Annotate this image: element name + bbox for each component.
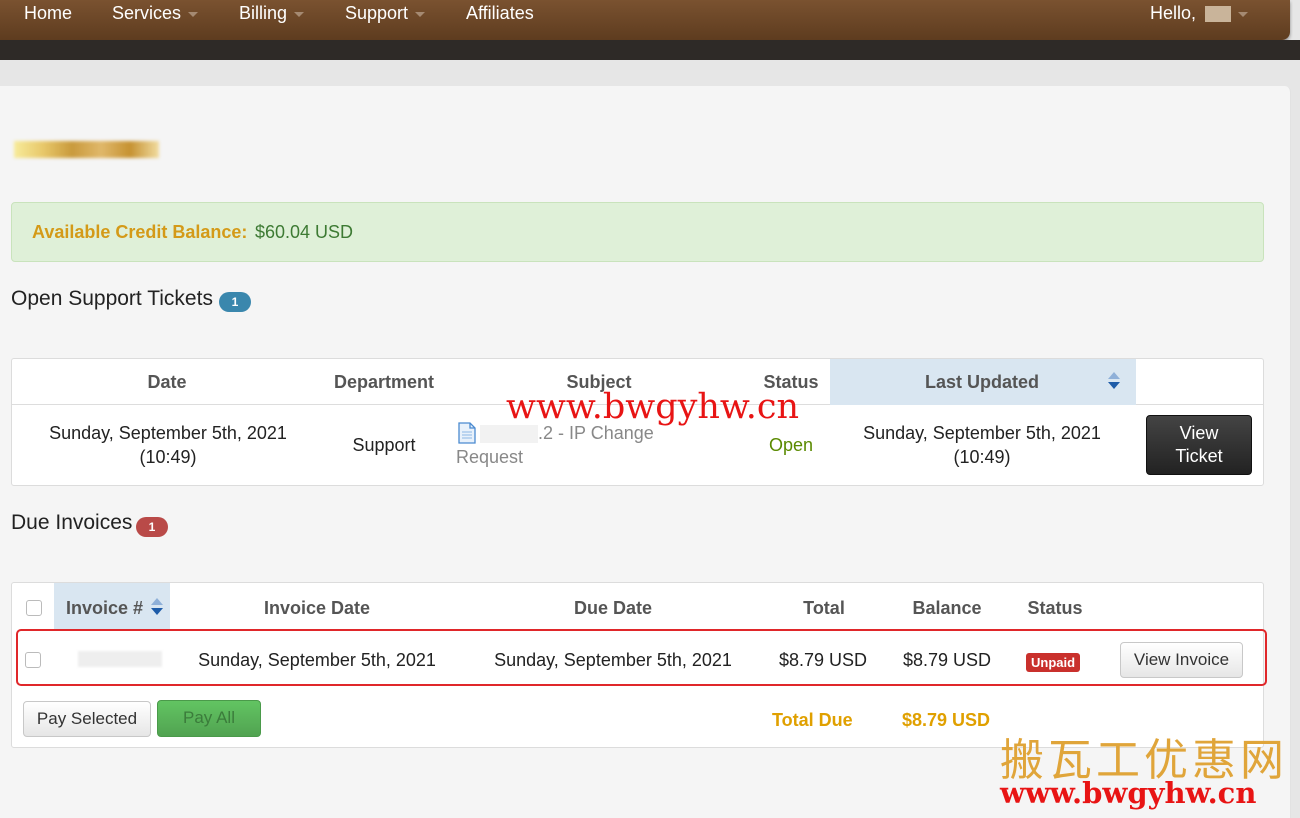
highlight-box <box>16 629 1267 686</box>
nav-support-label: Support <box>345 3 409 23</box>
col-invoice-number[interactable]: Invoice # <box>66 598 156 619</box>
col-invoice-status[interactable]: Status <box>1010 598 1100 619</box>
col-balance[interactable]: Balance <box>892 598 1002 619</box>
col-department[interactable]: Department <box>314 372 454 393</box>
view-ticket-button[interactable]: View Ticket <box>1146 415 1252 475</box>
nav-services[interactable]: Services <box>112 3 199 24</box>
view-ticket-line2: Ticket <box>1175 446 1223 466</box>
col-invoice-date[interactable]: Invoice Date <box>212 598 422 619</box>
ticket-date: Sunday, September 5th, 2021 (10:49) <box>28 421 308 469</box>
credit-label: Available Credit Balance: <box>32 222 248 242</box>
nav-billing-label: Billing <box>239 3 288 23</box>
pay-selected-button[interactable]: Pay Selected <box>23 701 151 737</box>
col-total[interactable]: Total <box>772 598 876 619</box>
ticket-last-updated: Sunday, September 5th, 2021 (10:49) <box>842 421 1122 469</box>
invoices-section-title: Due Invoices <box>11 511 133 534</box>
redacted-ticket-id <box>480 425 538 443</box>
sort-desc-icon[interactable] <box>151 608 163 615</box>
col-due-date[interactable]: Due Date <box>508 598 718 619</box>
ticket-date-line2: (10:49) <box>139 447 197 467</box>
watermark-url-corner: www.bwgyhw.cn <box>1000 776 1257 810</box>
chevron-down-icon <box>188 11 199 17</box>
top-navbar: Home Services Billing Support Affiliates… <box>0 0 1290 40</box>
ticket-date-line1: Sunday, September 5th, 2021 <box>49 423 287 443</box>
sort-asc-icon[interactable] <box>1108 372 1120 379</box>
ticket-status: Open <box>768 435 814 455</box>
ticket-subject-line2: Request <box>456 447 524 467</box>
col-date[interactable]: Date <box>102 372 232 393</box>
col-last-updated[interactable]: Last Updated <box>892 372 1072 393</box>
nav-home[interactable]: Home <box>24 3 72 24</box>
nav-affiliates[interactable]: Affiliates <box>466 3 534 24</box>
credit-balance-alert: Available Credit Balance: $60.04 USD <box>11 202 1264 262</box>
redacted-account-name <box>14 141 159 158</box>
watermark-url: www.bwgyhw.cn <box>506 387 800 427</box>
chevron-down-icon <box>415 11 426 17</box>
nav-services-label: Services <box>112 3 182 23</box>
invoices-count-badge: 1 <box>136 517 168 537</box>
nav-user-menu[interactable]: Hello, <box>1150 3 1249 24</box>
ticket-department: Support <box>352 435 416 455</box>
nav-billing[interactable]: Billing <box>239 3 305 24</box>
ticket-updated-line2: (10:49) <box>953 447 1011 467</box>
sort-desc-icon[interactable] <box>1108 382 1120 389</box>
navbar-shadow <box>0 40 1300 60</box>
credit-value: $60.04 USD <box>255 222 354 242</box>
view-ticket-line1: View <box>1179 423 1219 443</box>
hello-label: Hello, <box>1150 3 1202 23</box>
redacted-username <box>1205 6 1232 23</box>
ticket-updated-line1: Sunday, September 5th, 2021 <box>863 423 1101 443</box>
tickets-count-badge: 1 <box>219 292 251 312</box>
nav-support[interactable]: Support <box>345 3 426 24</box>
total-due-value: $8.79 USD <box>902 710 991 730</box>
tickets-section-title: Open Support Tickets <box>11 287 213 310</box>
chevron-down-icon <box>1238 11 1249 17</box>
total-due-label: Total Due <box>772 710 853 730</box>
select-all-checkbox[interactable] <box>26 600 42 616</box>
pay-all-button[interactable]: Pay All <box>157 700 261 737</box>
sort-asc-icon[interactable] <box>151 598 163 605</box>
document-icon <box>458 422 476 444</box>
chevron-down-icon <box>294 11 305 17</box>
